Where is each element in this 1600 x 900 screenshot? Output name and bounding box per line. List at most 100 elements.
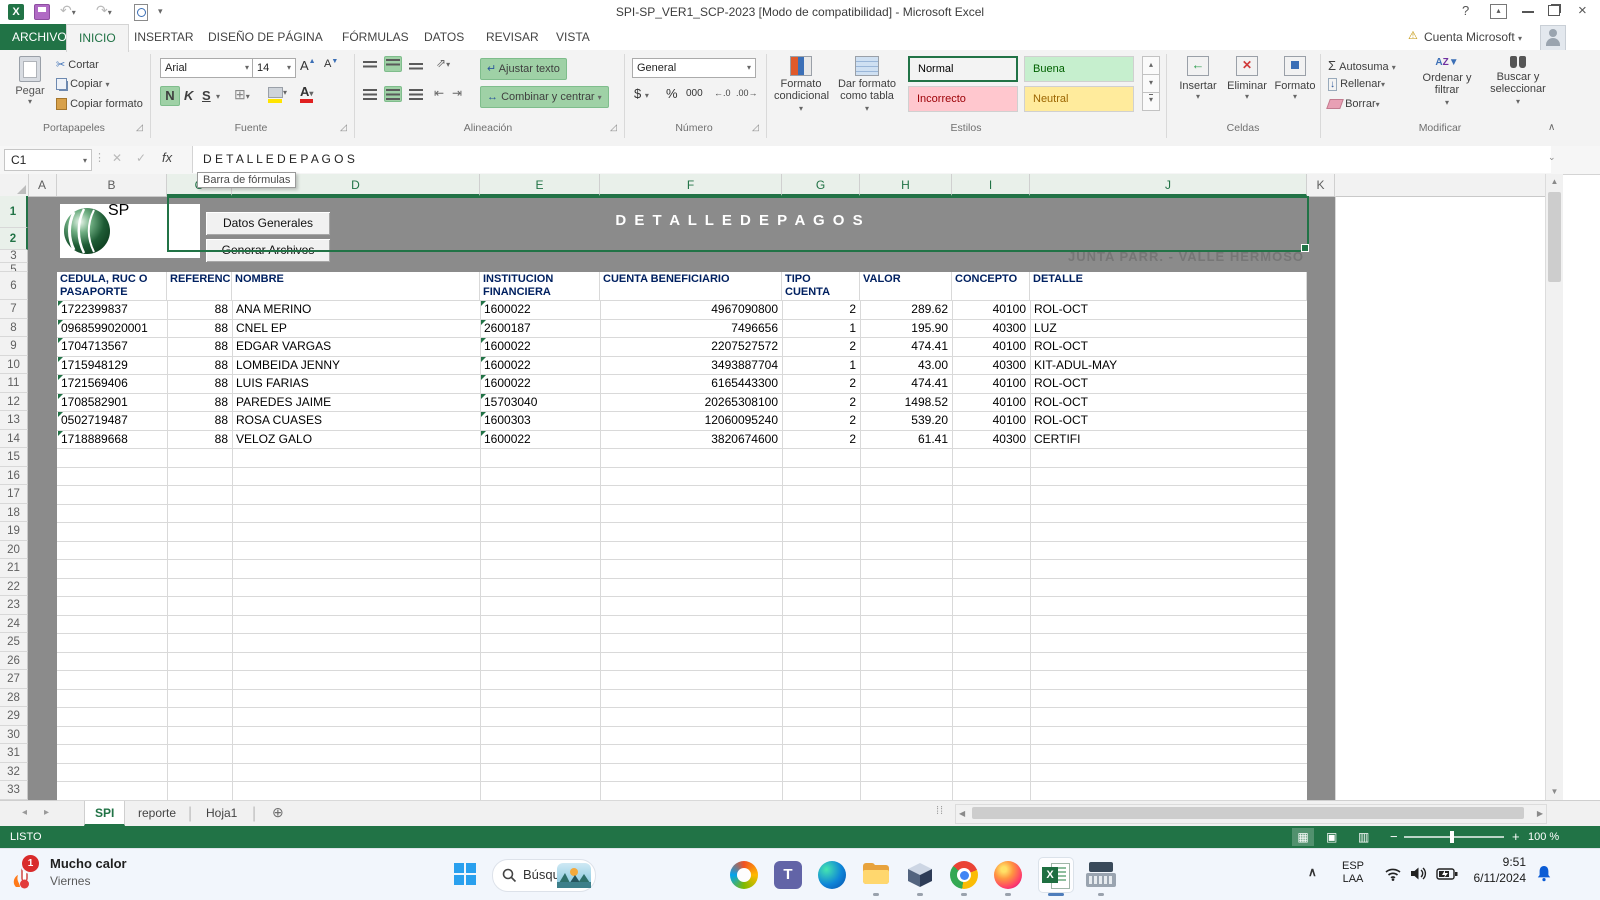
row-header-33[interactable]: 33 bbox=[0, 781, 28, 800]
row-header-1[interactable]: 1 bbox=[0, 196, 28, 228]
cell[interactable]: 474.41 bbox=[860, 374, 952, 393]
row-header-6[interactable]: 6 bbox=[0, 272, 28, 300]
cell[interactable]: 0968599020001 bbox=[57, 319, 167, 338]
row-header-8[interactable]: 8 bbox=[0, 319, 28, 338]
cell[interactable]: 2 bbox=[782, 374, 860, 393]
cell[interactable]: 40100 bbox=[952, 374, 1030, 393]
cell[interactable]: VELOZ GALO bbox=[232, 430, 480, 449]
cell[interactable]: 195.90 bbox=[860, 319, 952, 338]
row-header-13[interactable]: 13 bbox=[0, 411, 28, 430]
view-page-layout-icon[interactable]: ▣ bbox=[1326, 830, 1337, 844]
cell[interactable]: 43.00 bbox=[860, 356, 952, 375]
remote-keyboard-icon[interactable] bbox=[1086, 861, 1116, 889]
cell[interactable]: 15703040 bbox=[480, 393, 600, 412]
row-header-5[interactable]: 5 bbox=[0, 263, 28, 272]
row-header-16[interactable]: 16 bbox=[0, 467, 28, 486]
cell[interactable]: ANA MERINO bbox=[232, 300, 480, 319]
horizontal-scrollbar[interactable]: ◀ ▶ bbox=[955, 804, 1547, 824]
cell[interactable]: 2 bbox=[782, 337, 860, 356]
vscroll-thumb[interactable] bbox=[1548, 192, 1561, 282]
cell[interactable]: 7496656 bbox=[600, 319, 782, 338]
row-header-28[interactable]: 28 bbox=[0, 689, 28, 708]
row-header-9[interactable]: 9 bbox=[0, 337, 28, 356]
cell[interactable]: CERTIFI bbox=[1030, 430, 1307, 449]
column-header-G[interactable]: G bbox=[782, 174, 860, 196]
scroll-down-arrow[interactable]: ▼ bbox=[1546, 784, 1563, 800]
virtualbox-icon[interactable] bbox=[906, 861, 934, 889]
cell[interactable]: ROL-OCT bbox=[1030, 393, 1307, 412]
cell[interactable]: 1600022 bbox=[480, 374, 600, 393]
weather-widget[interactable]: 1 Mucho calor Viernes bbox=[6, 853, 186, 897]
row-header-15[interactable]: 15 bbox=[0, 448, 28, 467]
cell[interactable]: 88 bbox=[167, 356, 232, 375]
cell[interactable]: 289.62 bbox=[860, 300, 952, 319]
cell[interactable]: 1600022 bbox=[480, 430, 600, 449]
cell[interactable]: 539.20 bbox=[860, 411, 952, 430]
new-sheet-button[interactable]: ⊕ bbox=[272, 804, 284, 821]
cell[interactable]: 88 bbox=[167, 337, 232, 356]
file-explorer-icon[interactable] bbox=[862, 861, 890, 889]
cell[interactable]: 1600303 bbox=[480, 411, 600, 430]
cell[interactable]: 1600022 bbox=[480, 337, 600, 356]
cell[interactable]: 4967090800 bbox=[600, 300, 782, 319]
cell[interactable]: ROL-OCT bbox=[1030, 300, 1307, 319]
column-header-J[interactable]: J bbox=[1030, 174, 1307, 196]
row-header-17[interactable]: 17 bbox=[0, 485, 28, 504]
start-button[interactable] bbox=[452, 861, 480, 889]
excel-taskbar-icon[interactable]: X bbox=[1038, 857, 1074, 893]
row-header-20[interactable]: 20 bbox=[0, 541, 28, 560]
search-box[interactable]: Búsqueda bbox=[492, 859, 596, 892]
row-header-26[interactable]: 26 bbox=[0, 652, 28, 671]
cell[interactable]: 1718889668 bbox=[57, 430, 167, 449]
cell[interactable]: 1708582901 bbox=[57, 393, 167, 412]
row-header-30[interactable]: 30 bbox=[0, 726, 28, 745]
zoom-level[interactable]: 100 % bbox=[1528, 826, 1559, 848]
hscroll-right-arrow[interactable]: ▶ bbox=[1537, 809, 1543, 818]
row-header-3[interactable]: 3 bbox=[0, 250, 28, 263]
cell[interactable]: ROL-OCT bbox=[1030, 374, 1307, 393]
table-header-cell[interactable]: REFERENCIA bbox=[167, 272, 232, 300]
cell[interactable]: ROL-OCT bbox=[1030, 411, 1307, 430]
hscroll-thumb[interactable] bbox=[972, 807, 1524, 819]
table-header-cell[interactable]: VALOR bbox=[860, 272, 952, 300]
copilot-icon[interactable] bbox=[730, 861, 758, 889]
teams-icon[interactable]: T bbox=[774, 861, 802, 889]
table-header-cell[interactable]: INSTITUCION FINANCIERA bbox=[480, 272, 600, 300]
cell[interactable]: 88 bbox=[167, 393, 232, 412]
column-header-F[interactable]: F bbox=[600, 174, 782, 196]
cell[interactable]: 3820674600 bbox=[600, 430, 782, 449]
row-header-10[interactable]: 10 bbox=[0, 356, 28, 375]
language-indicator[interactable]: ESPLAA bbox=[1336, 860, 1370, 886]
cell[interactable]: CNEL EP bbox=[232, 319, 480, 338]
cell[interactable]: ROSA CUASES bbox=[232, 411, 480, 430]
cell[interactable]: 2 bbox=[782, 411, 860, 430]
row-header-21[interactable]: 21 bbox=[0, 559, 28, 578]
row-header-29[interactable]: 29 bbox=[0, 707, 28, 726]
row-header-18[interactable]: 18 bbox=[0, 504, 28, 523]
cell[interactable]: 474.41 bbox=[860, 337, 952, 356]
cell[interactable]: 2 bbox=[782, 430, 860, 449]
hscroll-left-arrow[interactable]: ◀ bbox=[959, 809, 965, 818]
sheet-tab-hoja1[interactable]: Hoja1 bbox=[196, 801, 247, 826]
cell[interactable]: 40100 bbox=[952, 411, 1030, 430]
cell[interactable]: PAREDES JAIME bbox=[232, 393, 480, 412]
cell[interactable]: KIT-ADUL-MAY bbox=[1030, 356, 1307, 375]
cell[interactable]: 2 bbox=[782, 393, 860, 412]
cell[interactable]: 2600187 bbox=[480, 319, 600, 338]
wifi-icon[interactable] bbox=[1384, 867, 1402, 881]
tray-chevron-icon[interactable]: ∧ bbox=[1308, 865, 1317, 879]
sheet-nav-left-icon[interactable]: ◂ bbox=[22, 807, 27, 818]
chrome-icon[interactable] bbox=[950, 861, 978, 889]
column-header-H[interactable]: H bbox=[860, 174, 952, 196]
cell[interactable]: 40300 bbox=[952, 356, 1030, 375]
column-header-B[interactable]: B bbox=[57, 174, 167, 196]
cell[interactable]: 1722399837 bbox=[57, 300, 167, 319]
cell[interactable]: 1721569406 bbox=[57, 374, 167, 393]
column-header-K[interactable]: K bbox=[1307, 174, 1335, 196]
volume-icon[interactable] bbox=[1410, 866, 1428, 881]
sheet-tab-reporte[interactable]: reporte bbox=[128, 801, 186, 826]
sheet-tab-spi[interactable]: SPI bbox=[84, 801, 125, 826]
row-header-23[interactable]: 23 bbox=[0, 596, 28, 615]
cell[interactable]: 40100 bbox=[952, 300, 1030, 319]
cell[interactable]: 1 bbox=[782, 319, 860, 338]
